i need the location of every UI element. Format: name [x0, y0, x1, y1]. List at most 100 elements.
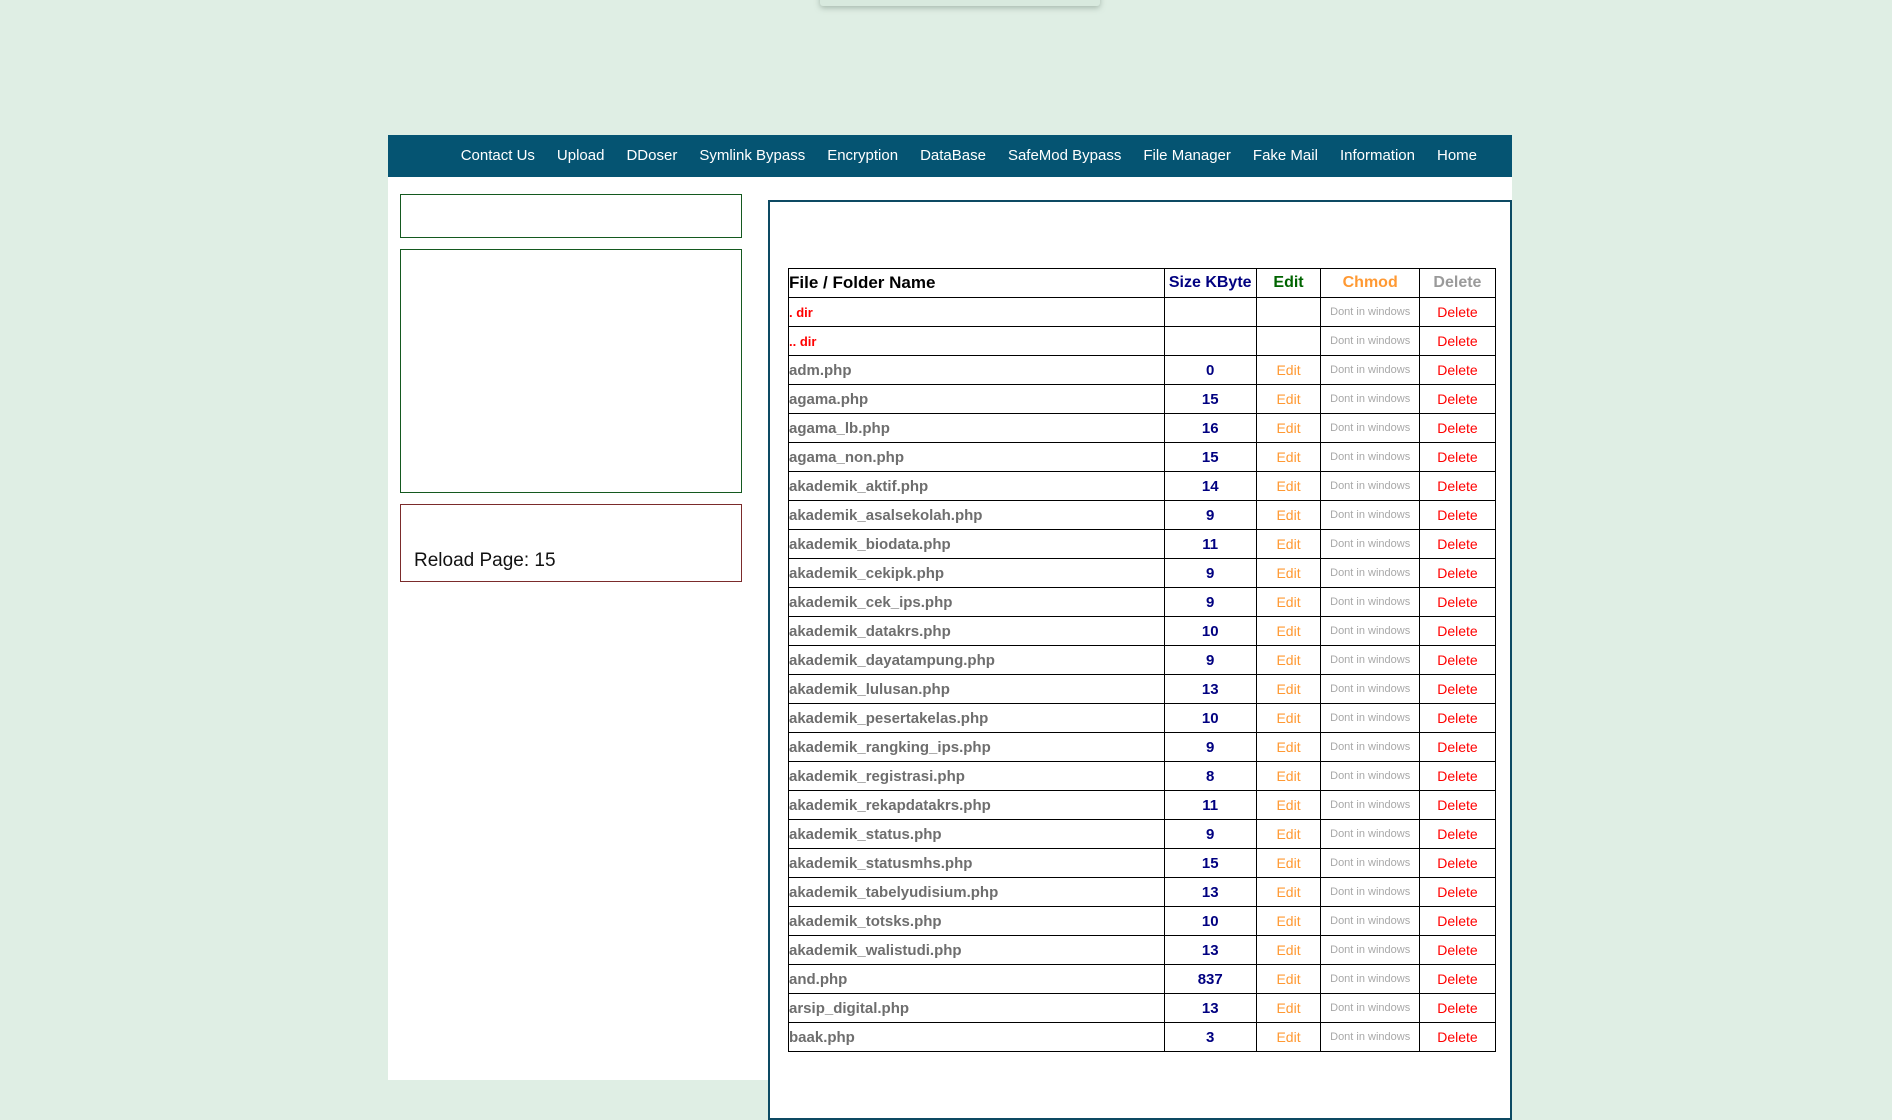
edit-link[interactable]: Edit [1255, 993, 1322, 1023]
chmod-status: Dont in windows [1320, 558, 1420, 588]
file-entry-name[interactable]: akademik_biodata.php [788, 529, 1165, 559]
directory-entry-name[interactable]: .. dir [788, 326, 1165, 356]
nav-symlink-bypass[interactable]: Symlink Bypass [688, 135, 816, 177]
file-entry-name[interactable]: akademik_totsks.php [788, 906, 1165, 936]
file-entry-name[interactable]: agama_non.php [788, 442, 1165, 472]
delete-link[interactable]: Delete [1418, 297, 1497, 327]
file-entry-name[interactable]: baak.php [788, 1022, 1165, 1052]
file-entry-name[interactable]: akademik_registrasi.php [788, 761, 1165, 791]
nav-ddoser[interactable]: DDoser [615, 135, 688, 177]
delete-link[interactable]: Delete [1418, 616, 1497, 646]
file-entry-name[interactable]: arsip_digital.php [788, 993, 1165, 1023]
delete-link[interactable]: Delete [1418, 500, 1497, 530]
edit-link[interactable]: Edit [1255, 558, 1322, 588]
delete-link[interactable]: Delete [1418, 935, 1497, 965]
delete-link[interactable]: Delete [1418, 529, 1497, 559]
file-entry-name[interactable]: akademik_cek_ips.php [788, 587, 1165, 617]
delete-link[interactable]: Delete [1418, 674, 1497, 704]
edit-link[interactable]: Edit [1255, 413, 1322, 443]
file-entry-name[interactable]: akademik_walistudi.php [788, 935, 1165, 965]
nav-information[interactable]: Information [1329, 135, 1426, 177]
file-entry-name[interactable]: adm.php [788, 355, 1165, 385]
delete-link[interactable]: Delete [1418, 993, 1497, 1023]
table-row: arsip_digital.php 13 Edit Dont in windows De… [788, 993, 1497, 1023]
column-header-chmod: Chmod [1320, 268, 1420, 298]
chmod-status: Dont in windows [1320, 384, 1420, 414]
edit-link[interactable]: Edit [1255, 442, 1322, 472]
table-row: akademik_walistudi.php 13 Edit Dont in wind… [788, 935, 1497, 965]
delete-link[interactable]: Delete [1418, 906, 1497, 936]
delete-link[interactable]: Delete [1418, 587, 1497, 617]
file-entry-name[interactable]: akademik_pesertakelas.php [788, 703, 1165, 733]
file-entry-name[interactable]: akademik_datakrs.php [788, 616, 1165, 646]
delete-link[interactable]: Delete [1418, 384, 1497, 414]
nav-fake-mail[interactable]: Fake Mail [1242, 135, 1329, 177]
delete-link[interactable]: Delete [1418, 471, 1497, 501]
sidebar-box-top [400, 194, 742, 238]
nav-encryption[interactable]: Encryption [816, 135, 909, 177]
delete-link[interactable]: Delete [1418, 761, 1497, 791]
edit-link[interactable]: Edit [1255, 616, 1322, 646]
file-size-value: 13 [1163, 877, 1257, 907]
nav-contact-us[interactable]: Contact Us [450, 135, 546, 177]
directory-entry-name[interactable]: . dir [788, 297, 1165, 327]
nav-home[interactable]: Home [1426, 135, 1488, 177]
delete-link[interactable]: Delete [1418, 355, 1497, 385]
edit-link[interactable]: Edit [1255, 703, 1322, 733]
nav-database[interactable]: DataBase [909, 135, 997, 177]
table-row: akademik_rangking_ips.php 9 Edit Dont in wi… [788, 732, 1497, 762]
edit-link[interactable]: Edit [1255, 529, 1322, 559]
sidebar-box-middle [400, 249, 742, 493]
delete-link[interactable]: Delete [1418, 848, 1497, 878]
delete-link[interactable]: Delete [1418, 645, 1497, 675]
delete-link[interactable]: Delete [1418, 413, 1497, 443]
delete-link[interactable]: Delete [1418, 964, 1497, 994]
edit-link[interactable]: Edit [1255, 587, 1322, 617]
file-entry-name[interactable]: agama_lb.php [788, 413, 1165, 443]
edit-link[interactable]: Edit [1255, 790, 1322, 820]
edit-link[interactable]: Edit [1255, 355, 1322, 385]
file-entry-name[interactable]: akademik_rekapdatakrs.php [788, 790, 1165, 820]
delete-link[interactable]: Delete [1418, 790, 1497, 820]
edit-link[interactable]: Edit [1255, 877, 1322, 907]
delete-link[interactable]: Delete [1418, 442, 1497, 472]
edit-link[interactable]: Edit [1255, 500, 1322, 530]
chmod-status: Dont in windows [1320, 413, 1420, 443]
file-entry-name[interactable]: and.php [788, 964, 1165, 994]
file-entry-name[interactable]: akademik_rangking_ips.php [788, 732, 1165, 762]
edit-link[interactable]: Edit [1255, 384, 1322, 414]
table-header-row: File / Folder Name Size KByte Edit Chmod… [788, 268, 1497, 298]
edit-link[interactable]: Edit [1255, 1022, 1322, 1052]
delete-link[interactable]: Delete [1418, 819, 1497, 849]
edit-link[interactable]: Edit [1255, 761, 1322, 791]
nav-upload[interactable]: Upload [546, 135, 616, 177]
file-entry-name[interactable]: akademik_cekipk.php [788, 558, 1165, 588]
nav-file-manager[interactable]: File Manager [1132, 135, 1242, 177]
edit-link[interactable]: Edit [1255, 848, 1322, 878]
file-entry-name[interactable]: akademik_statusmhs.php [788, 848, 1165, 878]
delete-link[interactable]: Delete [1418, 1022, 1497, 1052]
edit-link[interactable]: Edit [1255, 906, 1322, 936]
file-entry-name[interactable]: akademik_aktif.php [788, 471, 1165, 501]
file-entry-name[interactable]: akademik_tabelyudisium.php [788, 877, 1165, 907]
edit-link[interactable]: Edit [1255, 819, 1322, 849]
file-entry-name[interactable]: akademik_status.php [788, 819, 1165, 849]
edit-link[interactable]: Edit [1255, 732, 1322, 762]
file-entry-name[interactable]: agama.php [788, 384, 1165, 414]
delete-link[interactable]: Delete [1418, 877, 1497, 907]
file-entry-name[interactable]: akademik_lulusan.php [788, 674, 1165, 704]
chmod-status: Dont in windows [1320, 674, 1420, 704]
file-entry-name[interactable]: akademik_asalsekolah.php [788, 500, 1165, 530]
edit-link[interactable]: Edit [1255, 935, 1322, 965]
table-row: . dir Dont in windows Delete [788, 297, 1497, 327]
delete-link[interactable]: Delete [1418, 703, 1497, 733]
edit-link[interactable]: Edit [1255, 674, 1322, 704]
edit-link[interactable]: Edit [1255, 964, 1322, 994]
file-entry-name[interactable]: akademik_dayatampung.php [788, 645, 1165, 675]
delete-link[interactable]: Delete [1418, 732, 1497, 762]
edit-link[interactable]: Edit [1255, 645, 1322, 675]
delete-link[interactable]: Delete [1418, 326, 1497, 356]
delete-link[interactable]: Delete [1418, 558, 1497, 588]
nav-safemod-bypass[interactable]: SafeMod Bypass [997, 135, 1132, 177]
edit-link[interactable]: Edit [1255, 471, 1322, 501]
